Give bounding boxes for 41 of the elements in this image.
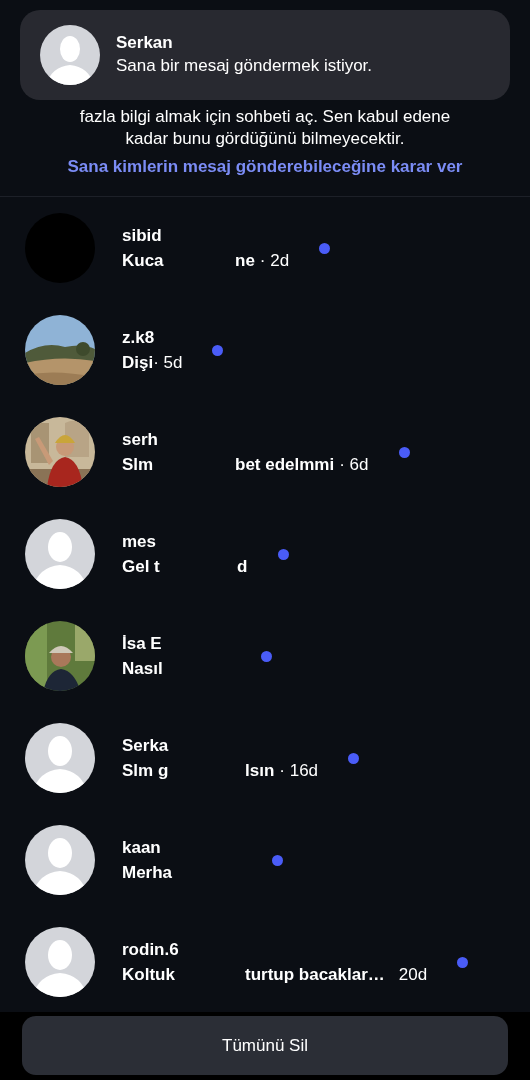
sender-name: Serkan (116, 32, 174, 54)
notification-message: Sana bir mesaj göndermek istiyor. (116, 55, 373, 77)
username: serh (122, 429, 159, 451)
username: mes (122, 531, 158, 553)
message-time: · 2d (259, 250, 290, 272)
message-request[interactable]: mes Gel t d (0, 503, 530, 605)
username: z.k8 (122, 327, 156, 349)
message-time: · 16d (279, 760, 319, 782)
username: sibid (122, 225, 163, 247)
message-preview: Merha (122, 863, 173, 882)
message-preview: Dişi (122, 353, 154, 372)
message-preview: turtup bacaklar… (245, 964, 385, 986)
message-request[interactable]: rodin.6 Koltuk turtup bacaklar… 20d (0, 911, 530, 1013)
message-time: · 6d (339, 454, 369, 476)
message-preview: Slm (122, 455, 154, 474)
message-preview: Gel t (122, 557, 160, 576)
message-preview: d (237, 556, 248, 578)
message-request[interactable]: serh Slm bet edelmmi · 6d (0, 401, 530, 503)
message-request[interactable]: Serka Slm g lsın · 16d (0, 707, 530, 809)
notification-banner[interactable]: Serkan Sana bir mesaj göndermek istiyor. (20, 10, 510, 100)
username: rodin.6 (122, 939, 180, 961)
username: İsa E (122, 633, 163, 655)
message-request[interactable]: kaan Merha (0, 809, 530, 911)
message-preview: Koltuk (122, 965, 175, 984)
avatar-icon (40, 25, 100, 85)
username: Serka (122, 735, 170, 757)
message-preview: Slm g (122, 761, 169, 780)
message-time: 20d (398, 964, 428, 986)
message-preview: bet edelmmi (235, 454, 335, 476)
message-preview: Kuca (122, 251, 164, 270)
message-time: · 5d (153, 352, 183, 374)
username: kaan (122, 837, 162, 859)
info-text: fazla bilgi almak için sohbeti aç. Sen kabul edene kadar bunu gördüğünü bilmeyecektir. (78, 106, 452, 150)
message-preview: ne (235, 250, 255, 272)
message-preview: lsın (245, 760, 275, 782)
message-preview: Nasıl (122, 659, 163, 678)
message-request[interactable]: İsa E Nasıl (0, 605, 530, 707)
message-request[interactable]: z.k8 Dişi· 5d (0, 299, 530, 401)
settings-link[interactable]: Sana kimlerin mesaj gönderebileceğine karar ver (65, 156, 465, 178)
delete-all-button[interactable]: Tümünü Sil (22, 1016, 508, 1075)
message-request[interactable]: sibid Kuca ne · 2d (0, 197, 530, 299)
